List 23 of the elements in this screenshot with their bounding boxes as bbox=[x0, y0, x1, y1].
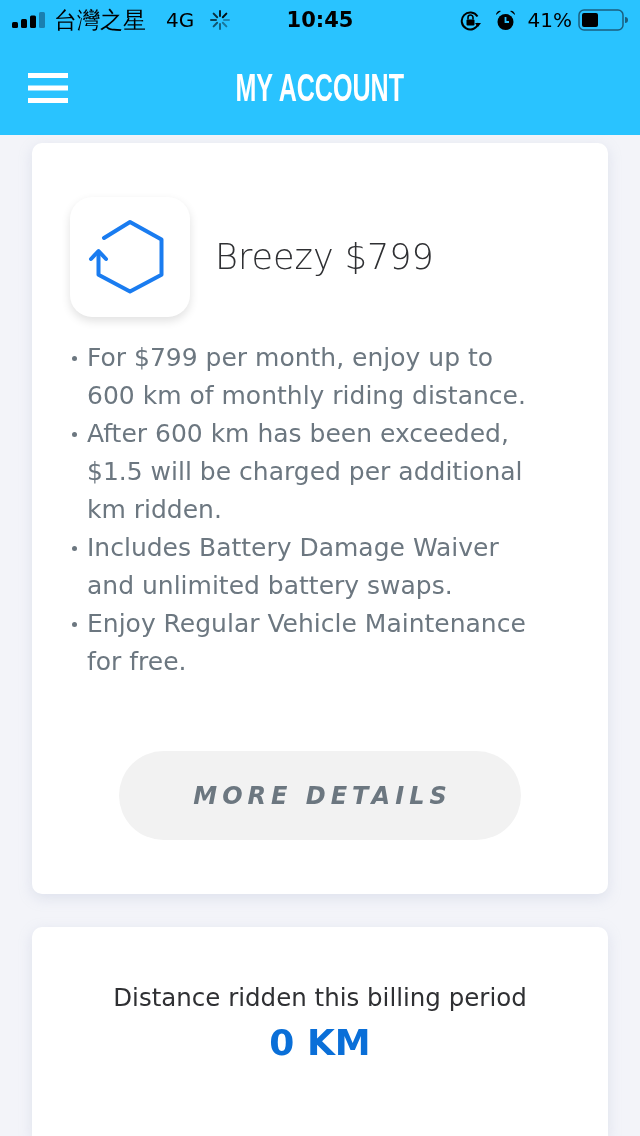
more-details-button[interactable]: MORE DETAILS bbox=[119, 751, 521, 840]
rotation-lock-icon bbox=[459, 9, 481, 31]
menu-icon[interactable] bbox=[28, 72, 68, 103]
carrier-name: 台灣之星 bbox=[54, 8, 146, 32]
loading-spinner-icon bbox=[210, 10, 231, 30]
battery-icon bbox=[578, 9, 628, 31]
plan-name: Breezy $799 bbox=[215, 236, 434, 279]
feature-text: After 600 km has been exceeded, $1.5 will be charged per additional km ridden. bbox=[87, 418, 524, 526]
feature-text: For $799 per month, enjoy up to 600 km of monthly riding distance. bbox=[87, 342, 527, 412]
status-time: 10:45 bbox=[286, 8, 354, 32]
bullet-icon bbox=[72, 356, 77, 361]
feature-text: Enjoy Regular Vehicle Maintenance for free. bbox=[87, 608, 527, 678]
distance-value: 0 KM bbox=[268, 1021, 372, 1065]
network-type: 4G bbox=[166, 8, 195, 32]
bullet-icon bbox=[72, 432, 77, 437]
bullet-icon bbox=[72, 622, 77, 627]
alarm-clock-icon bbox=[494, 9, 516, 31]
signal-icon bbox=[12, 12, 46, 28]
bullet-icon bbox=[72, 546, 77, 551]
feature-text: Includes Battery Damage Waiver and unlimited battery swaps. bbox=[87, 532, 500, 602]
battery-percent: 41% bbox=[527, 8, 572, 32]
page-title: MY ACCOUNT bbox=[235, 67, 405, 108]
distance-label: Distance ridden this billing period bbox=[112, 982, 528, 1014]
